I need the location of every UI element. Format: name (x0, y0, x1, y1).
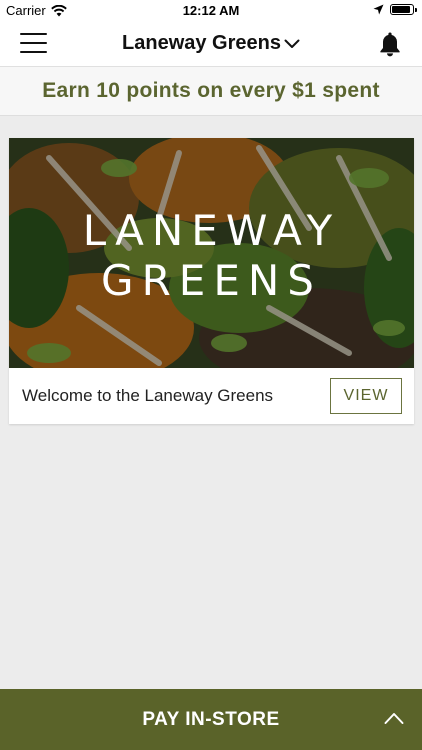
status-right (373, 4, 417, 15)
points-banner-text: Earn 10 points on every $1 spent (42, 79, 380, 102)
brand-logo-line1: LANEWAY (82, 206, 341, 255)
battery-icon (390, 4, 417, 15)
brand-hero-image: LANEWAY GREENS (9, 138, 414, 368)
welcome-card[interactable]: LANEWAY GREENS Welcome to the Laneway Gr… (9, 138, 414, 424)
card-footer: Welcome to the Laneway Greens VIEW (9, 368, 414, 424)
nav-bar: Laneway Greens (0, 22, 422, 66)
bell-icon[interactable] (378, 31, 402, 57)
chevron-down-icon (284, 39, 300, 48)
status-time: 12:12 AM (182, 3, 240, 18)
points-banner: Earn 10 points on every $1 spent (0, 66, 422, 116)
view-button[interactable]: VIEW (330, 378, 402, 414)
venue-selector[interactable]: Laneway Greens (0, 32, 422, 55)
chevron-up-icon[interactable] (384, 711, 404, 725)
brand-logo-line2: GREENS (101, 256, 322, 305)
battery-level (392, 6, 410, 13)
status-bar: Carrier 12:12 AM (0, 0, 422, 22)
location-arrow-icon (373, 4, 384, 15)
card-caption: Welcome to the Laneway Greens (22, 386, 274, 405)
pay-in-store-label: PAY IN-STORE (142, 709, 280, 730)
page-title: Laneway Greens (122, 32, 281, 54)
pay-in-store-bar[interactable]: PAY IN-STORE (0, 689, 422, 750)
